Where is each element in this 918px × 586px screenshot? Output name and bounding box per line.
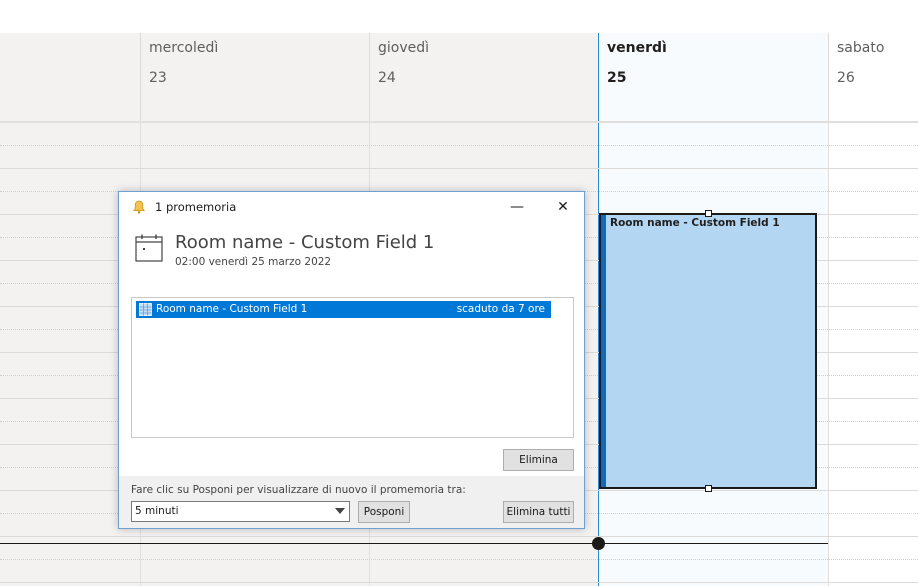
snooze-button[interactable]: Posponi <box>358 501 410 523</box>
dialog-title: 1 promemoria <box>155 200 237 214</box>
event-color-bar <box>601 215 606 487</box>
calendar-icon <box>135 234 163 262</box>
appointment-icon <box>139 303 152 316</box>
bell-icon <box>133 200 145 214</box>
grid-line <box>0 559 918 560</box>
dialog-content: Room name - Custom Field 1 02:00 venerdì… <box>119 222 584 476</box>
snooze-prompt: Fare clic su Posponi per visualizzare di… <box>131 484 466 496</box>
day-name: mercoledì <box>149 40 219 56</box>
day-header-saturday[interactable]: sabato 26 <box>828 33 918 121</box>
dialog-titlebar[interactable]: 1 promemoria — ✕ <box>119 192 584 222</box>
day-column[interactable] <box>828 123 918 586</box>
day-header-thursday[interactable]: giovedì 24 <box>369 33 599 121</box>
grid-line <box>0 145 918 146</box>
grid-line <box>0 582 918 583</box>
list-item-due: scaduto da 7 ore <box>456 303 545 315</box>
day-header-wednesday[interactable]: mercoledì 23 <box>140 33 370 121</box>
resize-handle-bottom[interactable] <box>705 485 712 492</box>
dismiss-all-button[interactable]: Elimina tutti <box>503 501 574 523</box>
event-title: Room name - Custom Field 1 <box>610 217 780 229</box>
day-name: sabato <box>837 40 885 56</box>
current-time-line <box>0 543 828 544</box>
grid-line <box>0 536 918 537</box>
day-number: 26 <box>837 70 855 86</box>
minimize-button[interactable]: — <box>494 192 540 222</box>
chevron-down-icon <box>335 508 345 514</box>
day-header-friday-today[interactable]: venerdì 25 <box>598 33 829 121</box>
calendar-header: mercoledì 23 giovedì 24 venerdì 25 sabat… <box>0 33 918 123</box>
snooze-time-select[interactable]: 5 minuti <box>131 501 350 522</box>
reminder-subject: Room name - Custom Field 1 <box>175 232 435 253</box>
reminder-dialog: 1 promemoria — ✕ Room name - Custom Fiel… <box>118 191 585 529</box>
day-name: giovedì <box>378 40 430 56</box>
day-name: venerdì <box>607 40 667 56</box>
day-number: 23 <box>149 70 167 86</box>
reminder-datetime: 02:00 venerdì 25 marzo 2022 <box>175 256 332 268</box>
dismiss-button[interactable]: Elimina <box>503 449 574 471</box>
list-item-subject: Room name - Custom Field 1 <box>156 303 308 315</box>
calendar-event[interactable]: Room name - Custom Field 1 <box>599 213 817 489</box>
reminder-list[interactable]: Room name - Custom Field 1 scaduto da 7 … <box>131 297 574 438</box>
day-number: 25 <box>607 70 627 86</box>
grid-line <box>0 168 918 169</box>
snooze-time-value: 5 minuti <box>135 505 179 517</box>
close-button[interactable]: ✕ <box>540 192 586 222</box>
list-item[interactable]: Room name - Custom Field 1 scaduto da 7 … <box>136 301 551 318</box>
resize-handle-top[interactable] <box>705 210 712 217</box>
current-time-dot <box>592 537 605 550</box>
day-number: 24 <box>378 70 396 86</box>
top-bar <box>0 0 918 33</box>
